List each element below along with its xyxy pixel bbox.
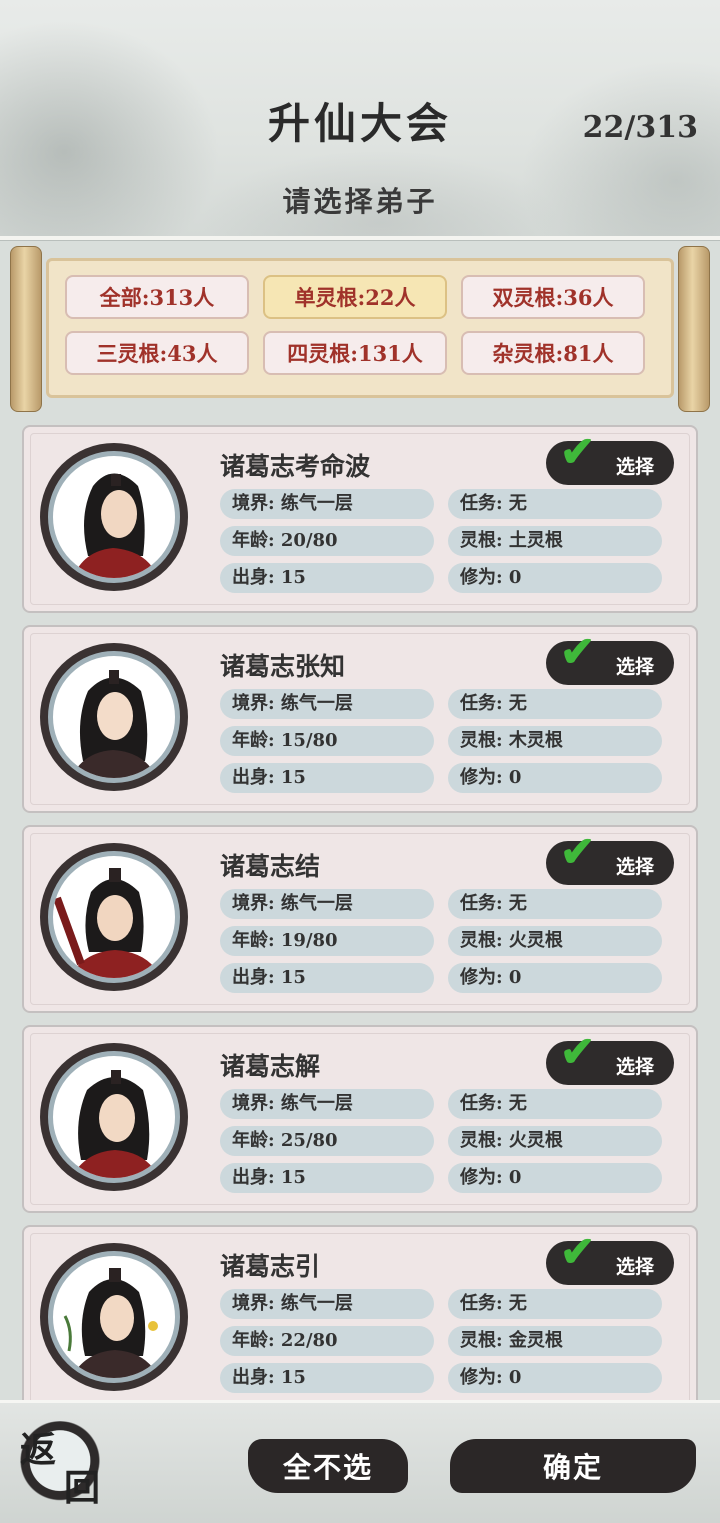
checkmark-icon: ✔ bbox=[560, 427, 596, 476]
realm-field: 境界: 练气一层 bbox=[220, 1089, 434, 1119]
spirit-root-field: 灵根: 土灵根 bbox=[448, 526, 662, 556]
task-field: 任务: 无 bbox=[448, 689, 662, 719]
disciple-list[interactable]: 诸葛志考命波 ✔ 选择 境界: 练气一层 任务: 无 年龄: 20/80 灵根:… bbox=[22, 425, 698, 1400]
disciple-name: 诸葛志张知 bbox=[220, 652, 346, 681]
age-field: 年龄: 22/80 bbox=[220, 1326, 434, 1356]
realm-field: 境界: 练气一层 bbox=[220, 889, 434, 919]
avatar-frame bbox=[40, 643, 188, 791]
task-field: 任务: 无 bbox=[448, 489, 662, 519]
cultivation-field: 修为: 0 bbox=[448, 763, 662, 793]
avatar-frame bbox=[40, 1243, 188, 1391]
disciple-card: 诸葛志引 ✔ 选择 境界: 练气一层 任务: 无 年龄: 22/80 灵根: 金… bbox=[22, 1225, 698, 1400]
age-field: 年龄: 15/80 bbox=[220, 726, 434, 756]
filter-scroll-panel: 全部:313人 单灵根:22人 双灵根:36人 三灵根:43人 四灵根:131人… bbox=[10, 246, 710, 412]
disciple-portrait bbox=[48, 851, 180, 983]
disciple-name: 诸葛志结 bbox=[220, 852, 321, 881]
disciple-card: 诸葛志结 ✔ 选择 境界: 练气一层 任务: 无 年龄: 19/80 灵根: 火… bbox=[22, 825, 698, 1013]
filter-double-root-button[interactable]: 双灵根:36人 bbox=[461, 275, 645, 319]
disciple-card: 诸葛志考命波 ✔ 选择 境界: 练气一层 任务: 无 年龄: 20/80 灵根:… bbox=[22, 425, 698, 613]
disciple-name: 诸葛志引 bbox=[220, 1252, 321, 1281]
page-subtitle: 请选择弟子 bbox=[282, 185, 438, 218]
filter-single-root-button[interactable]: 单灵根:22人 bbox=[263, 275, 447, 319]
select-button[interactable]: ✔ 选择 bbox=[546, 1231, 674, 1285]
task-field: 任务: 无 bbox=[448, 1089, 662, 1119]
spirit-root-field: 灵根: 金灵根 bbox=[448, 1326, 662, 1356]
filter-all-button[interactable]: 全部:313人 bbox=[65, 275, 249, 319]
filter-mixed-root-button[interactable]: 杂灵根:81人 bbox=[461, 331, 645, 375]
cultivation-field: 修为: 0 bbox=[448, 963, 662, 993]
realm-field: 境界: 练气一层 bbox=[220, 689, 434, 719]
origin-field: 出身: 15 bbox=[220, 1163, 434, 1193]
disciple-portrait bbox=[48, 1051, 180, 1183]
filter-paper: 全部:313人 单灵根:22人 双灵根:36人 三灵根:43人 四灵根:131人… bbox=[46, 258, 674, 398]
cultivation-field: 修为: 0 bbox=[448, 1363, 662, 1393]
select-button[interactable]: ✔ 选择 bbox=[546, 831, 674, 885]
task-field: 任务: 无 bbox=[448, 889, 662, 919]
select-button[interactable]: ✔ 选择 bbox=[546, 431, 674, 485]
disciple-portrait bbox=[48, 1251, 180, 1383]
checkmark-icon: ✔ bbox=[560, 1227, 596, 1276]
scroll-rod-left bbox=[10, 246, 42, 412]
disciple-portrait bbox=[48, 451, 180, 583]
checkmark-icon: ✔ bbox=[560, 1027, 596, 1076]
spirit-root-field: 灵根: 火灵根 bbox=[448, 926, 662, 956]
disciple-name: 诸葛志考命波 bbox=[220, 452, 371, 481]
age-field: 年龄: 19/80 bbox=[220, 926, 434, 956]
spirit-root-field: 灵根: 木灵根 bbox=[448, 726, 662, 756]
select-button[interactable]: ✔ 选择 bbox=[546, 1031, 674, 1085]
selection-counter: 22/313 bbox=[582, 110, 698, 145]
disciple-portrait bbox=[48, 651, 180, 783]
cultivation-field: 修为: 0 bbox=[448, 1163, 662, 1193]
disciple-card: 诸葛志解 ✔ 选择 境界: 练气一层 任务: 无 年龄: 25/80 灵根: 火… bbox=[22, 1025, 698, 1213]
checkmark-icon: ✔ bbox=[560, 827, 596, 876]
checkmark-icon: ✔ bbox=[560, 627, 596, 676]
select-button[interactable]: ✔ 选择 bbox=[546, 631, 674, 685]
cultivation-field: 修为: 0 bbox=[448, 563, 662, 593]
bottom-bar: 返 回 全不选 确定 bbox=[0, 1400, 720, 1523]
scroll-rod-right bbox=[678, 246, 710, 412]
origin-field: 出身: 15 bbox=[220, 563, 434, 593]
disciple-card: 诸葛志张知 ✔ 选择 境界: 练气一层 任务: 无 年龄: 15/80 灵根: … bbox=[22, 625, 698, 813]
back-button[interactable]: 返 回 bbox=[14, 1421, 106, 1509]
disciple-name: 诸葛志解 bbox=[220, 1052, 321, 1081]
header: 升仙大会 22/313 请选择弟子 bbox=[0, 0, 720, 236]
origin-field: 出身: 15 bbox=[220, 763, 434, 793]
avatar-frame bbox=[40, 443, 188, 591]
filter-quad-root-button[interactable]: 四灵根:131人 bbox=[263, 331, 447, 375]
filter-triple-root-button[interactable]: 三灵根:43人 bbox=[65, 331, 249, 375]
realm-field: 境界: 练气一层 bbox=[220, 489, 434, 519]
avatar-frame bbox=[40, 843, 188, 991]
age-field: 年龄: 25/80 bbox=[220, 1126, 434, 1156]
spirit-root-field: 灵根: 火灵根 bbox=[448, 1126, 662, 1156]
task-field: 任务: 无 bbox=[448, 1289, 662, 1319]
origin-field: 出身: 15 bbox=[220, 1363, 434, 1393]
realm-field: 境界: 练气一层 bbox=[220, 1289, 434, 1319]
deselect-all-button[interactable]: 全不选 bbox=[248, 1439, 408, 1493]
origin-field: 出身: 15 bbox=[220, 963, 434, 993]
header-divider bbox=[0, 236, 720, 241]
confirm-button[interactable]: 确定 bbox=[450, 1439, 696, 1493]
avatar-frame bbox=[40, 1043, 188, 1191]
age-field: 年龄: 20/80 bbox=[220, 526, 434, 556]
